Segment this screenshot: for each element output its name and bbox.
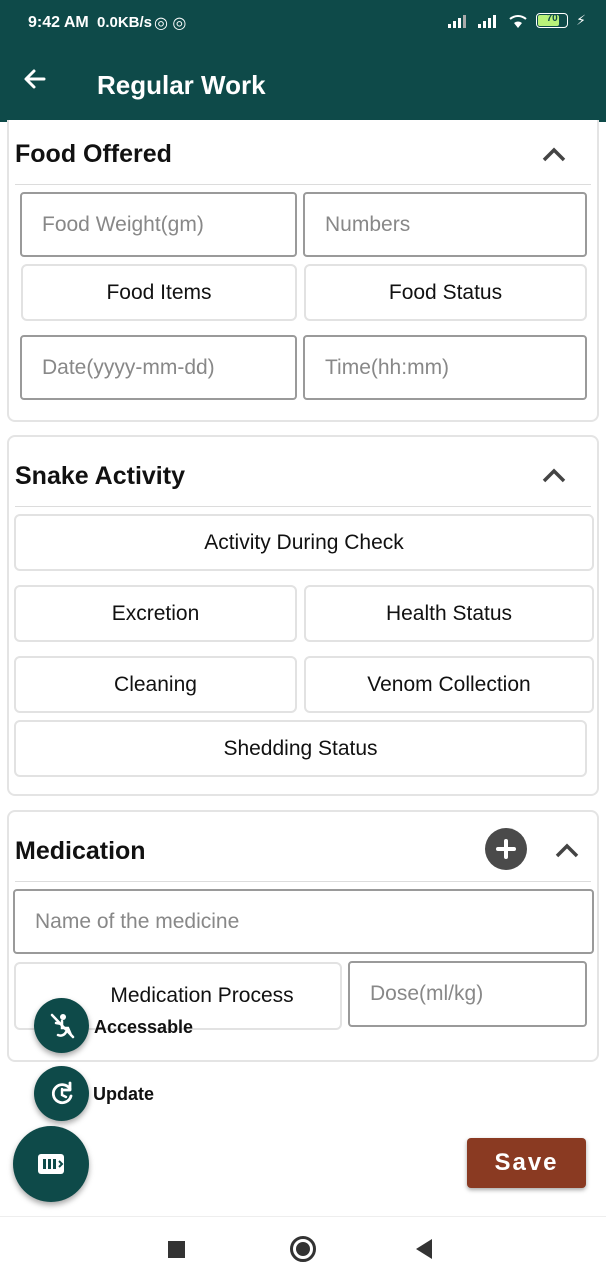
numbers-field[interactable]: Numbers [303, 192, 587, 257]
food-offered-title: Food Offered [15, 140, 172, 168]
back-icon[interactable] [416, 1239, 432, 1259]
snake-activity-title: Snake Activity [15, 462, 185, 490]
divider [15, 881, 591, 882]
excretion-button[interactable]: Excretion [14, 585, 297, 642]
notification-icons: ◎ ◎ [154, 15, 187, 32]
date-field[interactable]: Date(yyyy-mm-dd) [20, 335, 297, 400]
signal-icon-2 [478, 14, 497, 28]
add-medication-button[interactable] [485, 828, 527, 870]
accessable-fab[interactable] [34, 998, 89, 1053]
dose-field[interactable]: Dose(ml/kg) [348, 961, 587, 1027]
activity-during-check-button[interactable]: Activity During Check [14, 514, 594, 571]
page-title: Regular Work [97, 70, 266, 100]
medicine-name-field[interactable]: Name of the medicine [13, 889, 594, 954]
divider [15, 506, 591, 507]
food-weight-field[interactable]: Food Weight(gm) [20, 192, 297, 257]
network-speed: 0.0KB/s [97, 14, 153, 31]
food-offered-card: Food Offered Food Weight(gm) Numbers Foo… [7, 120, 599, 422]
save-button[interactable]: Save [467, 1138, 586, 1188]
time-field[interactable]: Time(hh:mm) [303, 335, 587, 400]
arrow-left-icon[interactable] [22, 66, 48, 98]
update-label: Update [93, 1084, 155, 1104]
charging-icon: ⚡ [576, 12, 586, 28]
divider [15, 184, 591, 185]
battery-icon: 70 [536, 13, 569, 28]
shedding-status-button[interactable]: Shedding Status [14, 720, 587, 777]
main-menu-fab[interactable] [13, 1126, 89, 1202]
chevron-up-icon[interactable] [554, 840, 580, 860]
wifi-icon [509, 14, 527, 28]
chevron-up-icon[interactable] [541, 465, 567, 485]
status-time: 9:42 AM [28, 14, 89, 31]
update-fab[interactable] [34, 1066, 89, 1121]
system-nav-bar [0, 1216, 606, 1280]
update-icon [51, 1081, 72, 1104]
accessable-label: Accessable [94, 1017, 194, 1037]
status-bar: 9:42 AM 0.0KB/s ◎ ◎ 70 ⚡ [0, 0, 606, 48]
medication-title: Medication [15, 837, 146, 865]
app-bar: Regular Work [0, 48, 606, 122]
form-icon [38, 1154, 64, 1174]
snake-activity-card: Snake Activity Activity During Check Exc… [7, 435, 599, 796]
status-right-icons: 70 ⚡ [448, 12, 586, 29]
plus-icon [496, 839, 516, 859]
recents-icon[interactable] [168, 1241, 185, 1258]
accessibility-off-icon [50, 1013, 74, 1038]
venom-collection-button[interactable]: Venom Collection [304, 656, 594, 713]
health-status-button[interactable]: Health Status [304, 585, 594, 642]
signal-icon [448, 14, 467, 28]
food-status-button[interactable]: Food Status [304, 264, 587, 321]
chevron-up-icon[interactable] [541, 144, 567, 164]
food-items-button[interactable]: Food Items [21, 264, 297, 321]
home-icon[interactable] [290, 1236, 316, 1262]
cleaning-button[interactable]: Cleaning [14, 656, 297, 713]
